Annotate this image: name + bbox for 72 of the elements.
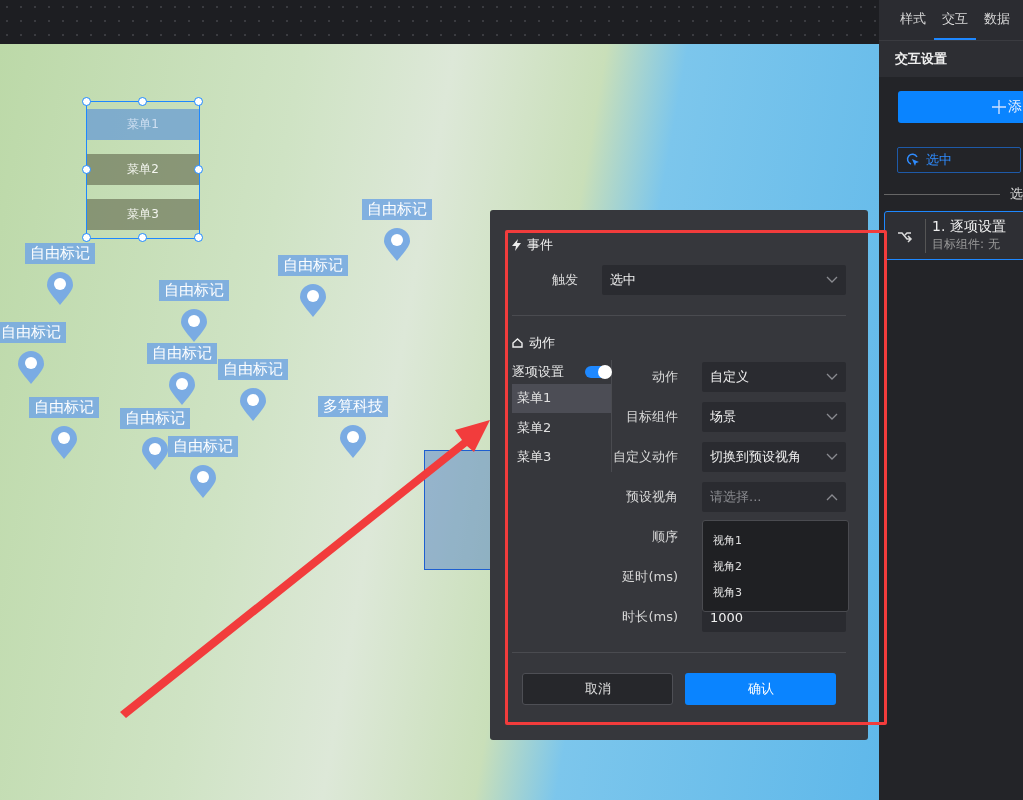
marker-label: 自由标记 bbox=[218, 359, 288, 380]
field-label: 预设视角 bbox=[625, 488, 678, 506]
marker-label: 自由标记 bbox=[159, 280, 229, 301]
map-pin-icon[interactable] bbox=[168, 372, 196, 406]
resize-handle[interactable] bbox=[82, 97, 91, 106]
card-subtitle: 目标组件: 无 bbox=[932, 236, 1001, 253]
resize-handle[interactable] bbox=[138, 97, 147, 106]
chevron-icon bbox=[826, 493, 838, 501]
chevron-icon bbox=[826, 276, 838, 284]
marker-label: 自由标记 bbox=[29, 397, 99, 418]
confirm-button[interactable]: 确认 bbox=[685, 673, 836, 705]
trigger-chip[interactable]: 选中 bbox=[897, 147, 1021, 173]
resize-handle[interactable] bbox=[82, 233, 91, 242]
list-item[interactable]: 菜单1 bbox=[512, 383, 611, 414]
card-title: 1. 逐项设置 bbox=[932, 218, 1006, 236]
panel-tab[interactable]: 数据 bbox=[976, 0, 1018, 40]
field-label: 目标组件 bbox=[625, 408, 678, 426]
list-item[interactable]: 菜单2 bbox=[512, 413, 611, 443]
dropdown-option[interactable]: 视角1 bbox=[703, 527, 848, 553]
select-field[interactable]: 选中 bbox=[602, 265, 846, 295]
cursor-click-icon bbox=[906, 153, 920, 167]
chevron-icon bbox=[826, 413, 838, 421]
section-title: 交互设置 bbox=[879, 41, 1023, 77]
resize-handle[interactable] bbox=[82, 165, 91, 174]
lightning-icon bbox=[512, 239, 521, 251]
plus-icon bbox=[992, 100, 1006, 114]
map-pin-icon[interactable] bbox=[189, 465, 217, 499]
toggle-switch[interactable] bbox=[585, 365, 611, 378]
marker-label: 自由标记 bbox=[278, 255, 348, 276]
marker-label: 自由标记 bbox=[362, 199, 432, 220]
marker-label: 自由标记 bbox=[168, 436, 238, 457]
field-label: 触发 bbox=[551, 271, 578, 289]
resize-handle[interactable] bbox=[194, 233, 203, 242]
select-field[interactable]: 场景 bbox=[702, 402, 846, 432]
dropdown-option[interactable]: 视角3 bbox=[703, 579, 848, 605]
toggle-label: 逐项设置 bbox=[512, 362, 564, 381]
cancel-button[interactable]: 取消 bbox=[522, 673, 673, 705]
map-pin-icon[interactable] bbox=[17, 351, 45, 385]
resize-handle[interactable] bbox=[138, 233, 147, 242]
house-icon bbox=[512, 338, 523, 348]
field-label: 动作 bbox=[651, 368, 678, 386]
divider-label: 选 bbox=[1010, 185, 1023, 203]
field-label: 延时(ms) bbox=[621, 568, 678, 586]
map-pin-icon[interactable] bbox=[239, 388, 267, 422]
select-field[interactable]: 切换到预设视角 bbox=[702, 442, 846, 472]
section-heading: 事件 bbox=[527, 236, 553, 254]
panel-tab[interactable]: 样式 bbox=[892, 0, 934, 40]
map-pin-icon[interactable] bbox=[339, 425, 367, 459]
list-item[interactable]: 菜单3 bbox=[512, 442, 611, 472]
map-pin-icon[interactable] bbox=[46, 272, 74, 306]
marker-label: 自由标记 bbox=[25, 243, 95, 264]
map-pin-icon[interactable] bbox=[299, 284, 327, 318]
marker-label: 自由标记 bbox=[147, 343, 217, 364]
map-pin-icon[interactable] bbox=[50, 426, 78, 460]
marker-label: 自由标记 bbox=[0, 322, 66, 343]
resize-handle[interactable] bbox=[194, 165, 203, 174]
section-heading: 动作 bbox=[529, 334, 555, 352]
select-field[interactable]: 自定义 bbox=[702, 362, 846, 392]
select-field[interactable]: 请选择... bbox=[702, 482, 846, 512]
map-pin-icon[interactable] bbox=[383, 228, 411, 262]
resize-handle[interactable] bbox=[194, 97, 203, 106]
field-label: 自定义动作 bbox=[612, 448, 678, 466]
chevron-icon bbox=[826, 453, 838, 461]
map-pin-icon[interactable] bbox=[180, 309, 208, 343]
field-label: 时长(ms) bbox=[621, 608, 678, 626]
map-pin-icon[interactable] bbox=[141, 437, 169, 471]
interaction-card[interactable]: 1. 逐项设置 目标组件: 无 bbox=[884, 211, 1023, 260]
marker-label: 多算科技 bbox=[318, 396, 388, 417]
dropdown-option[interactable]: 视角2 bbox=[703, 553, 848, 579]
field-label: 顺序 bbox=[651, 528, 678, 546]
marker-label: 自由标记 bbox=[120, 408, 190, 429]
chevron-icon bbox=[826, 373, 838, 381]
